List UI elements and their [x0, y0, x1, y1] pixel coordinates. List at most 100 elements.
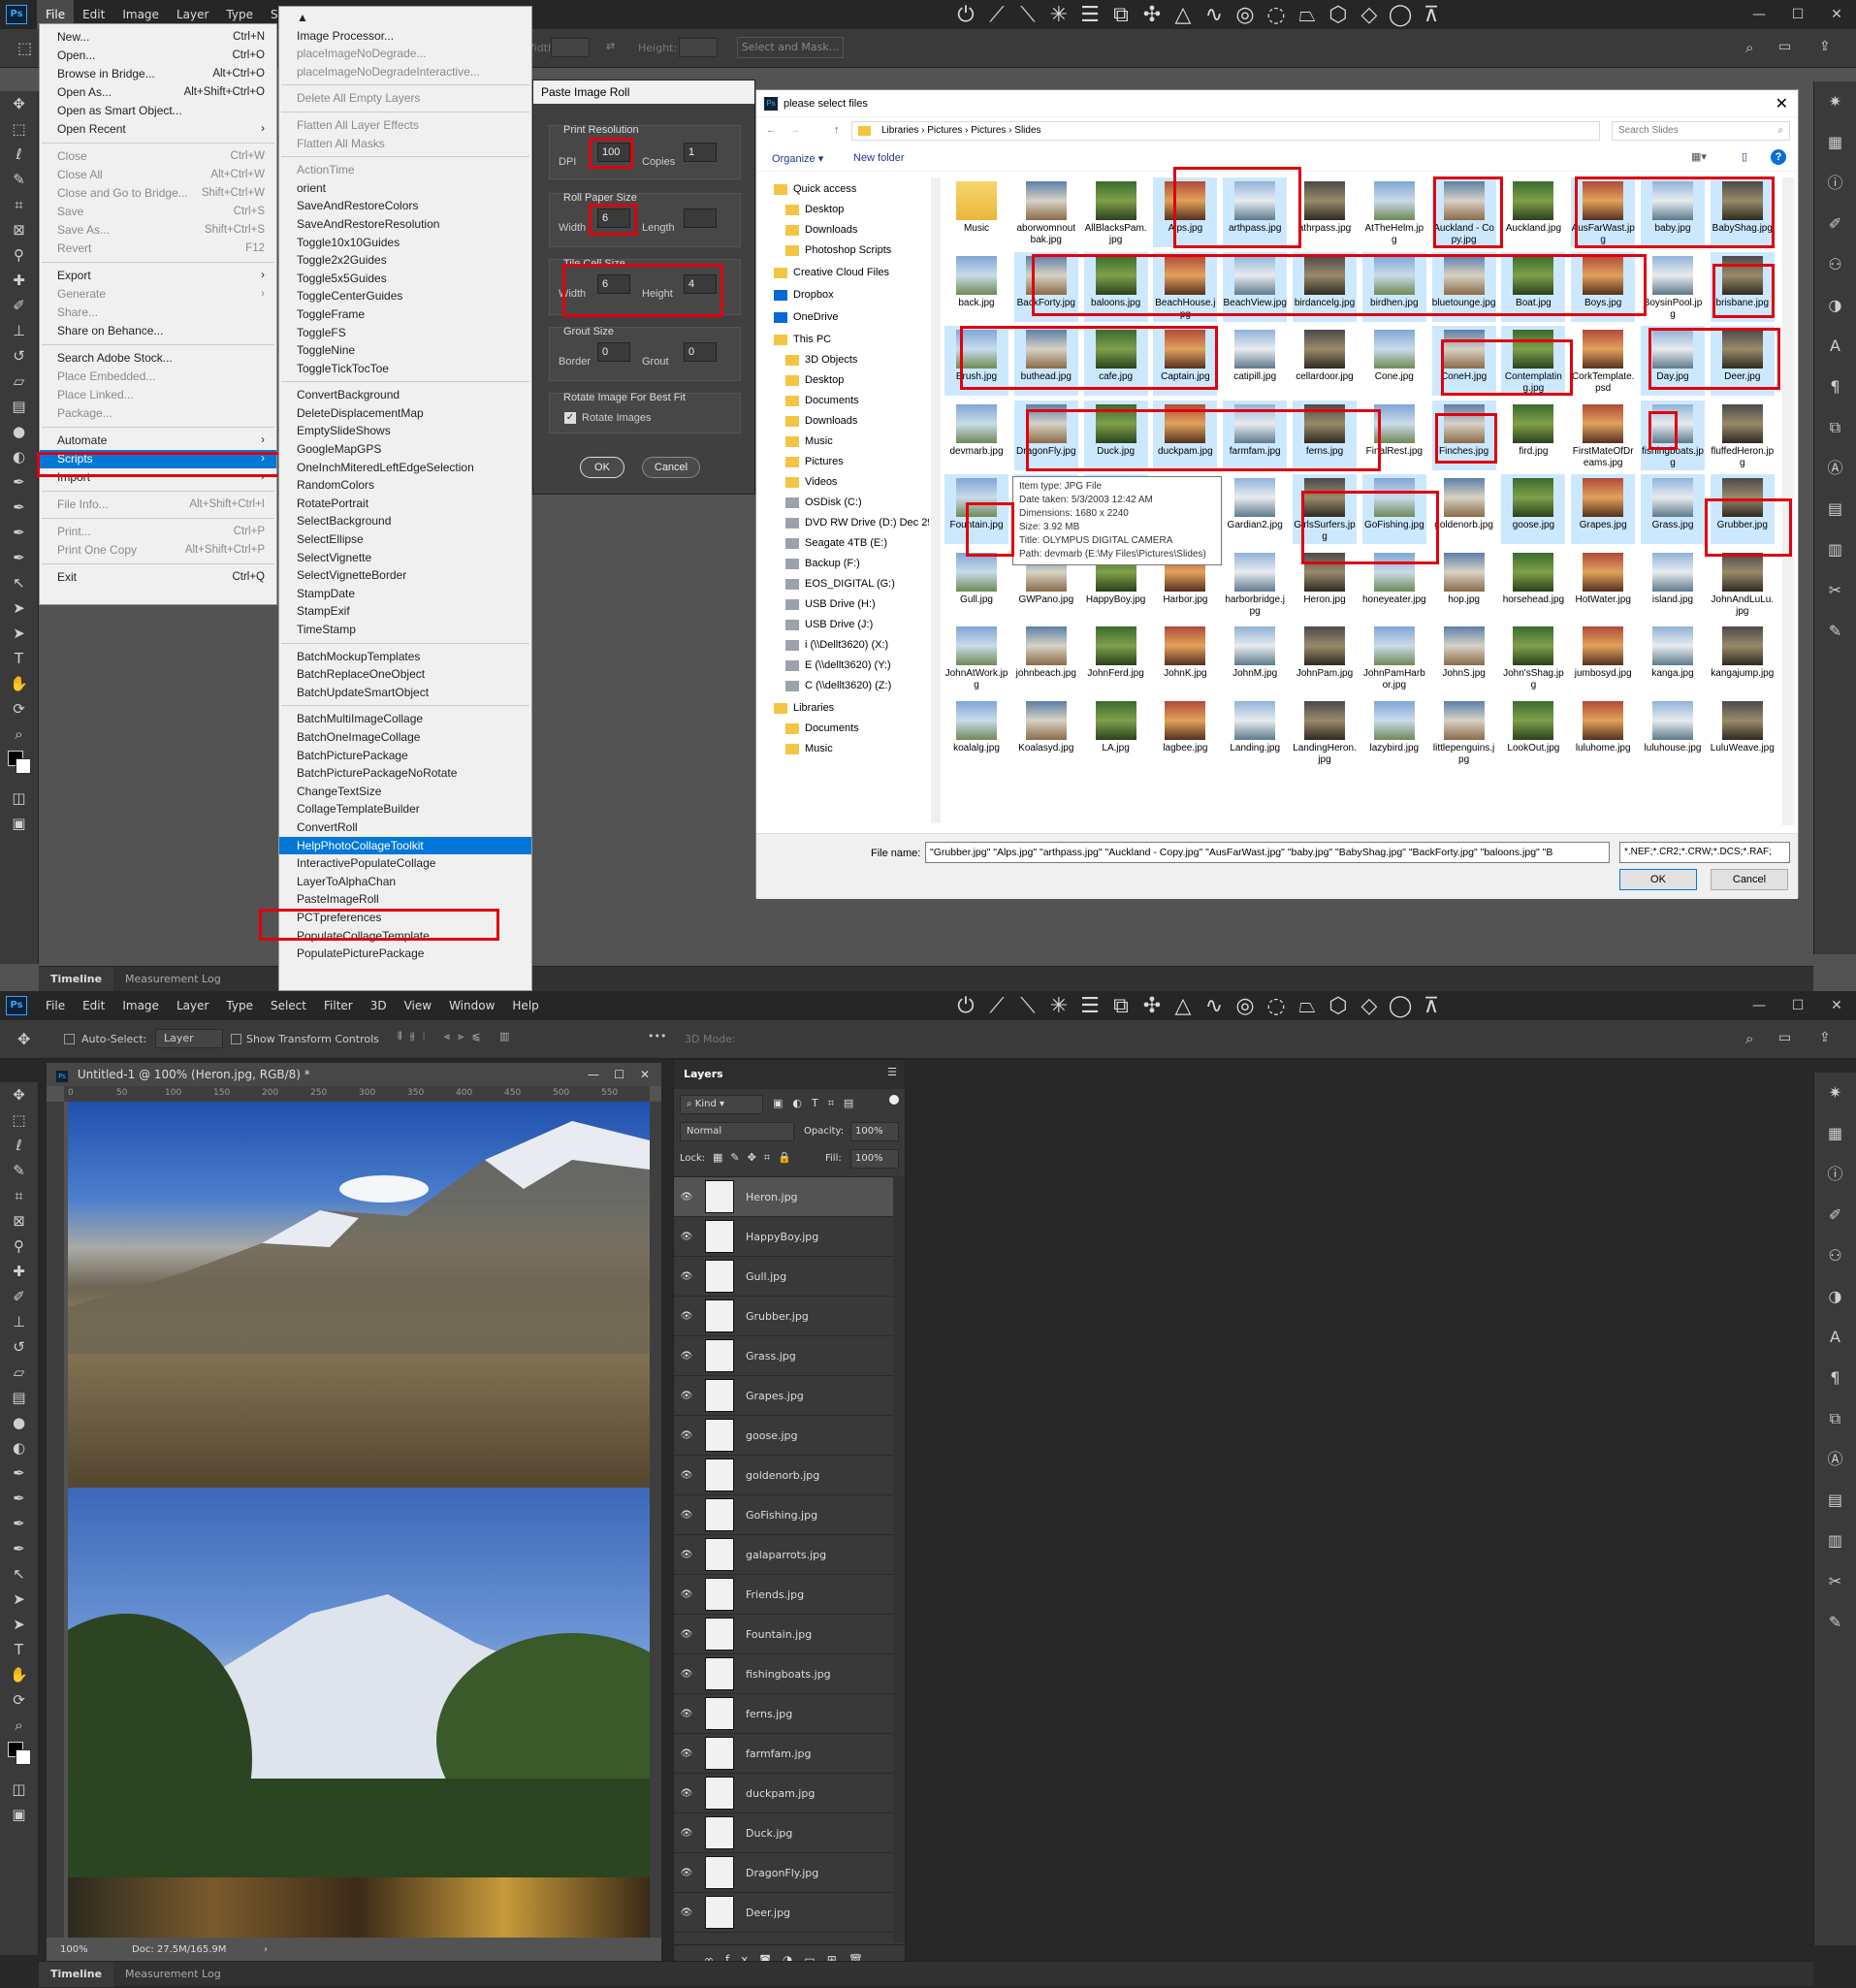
up-icon[interactable]: ↑ [834, 124, 840, 136]
heal-icon[interactable]: ✚ [0, 268, 38, 293]
nav-item-dropbox[interactable]: Dropbox [774, 285, 929, 305]
scripts-menu-item-rotateportrait[interactable]: RotatePortrait [279, 495, 531, 513]
marquee-tool-icon[interactable]: ⬚ [0, 116, 38, 142]
pen4-icon[interactable]: ✒ [0, 545, 38, 570]
scripts-menu-item-stampexif[interactable]: StampExif [279, 602, 531, 621]
marquee-tool-icon[interactable]: ⬚ [17, 39, 32, 57]
select-and-mask-button[interactable]: Select and Mask... [737, 37, 844, 58]
auto-select-checkbox[interactable] [64, 1034, 75, 1044]
move-tool-icon[interactable]: ✥ [0, 1082, 38, 1107]
file-item[interactable]: Deer.jpg [1710, 326, 1775, 396]
file-item[interactable]: JohnFerd.jpg [1084, 623, 1148, 692]
file-cancel-button[interactable]: Cancel [1711, 869, 1788, 890]
pen3-icon[interactable]: ✒ [0, 1511, 38, 1536]
cancel-button[interactable]: Cancel [642, 457, 700, 478]
arrow-icon[interactable]: ➤ [0, 621, 38, 646]
view-icon[interactable]: ▦▾ [1691, 150, 1707, 163]
layer-row[interactable]: 👁 farmfam.jpg [674, 1734, 895, 1774]
character-icon[interactable]: A [1814, 1317, 1856, 1358]
layer-row[interactable]: 👁 duckpam.jpg [674, 1774, 895, 1813]
color-swatches[interactable] [0, 747, 38, 786]
timeline-tab[interactable]: Timeline [39, 966, 114, 992]
glyphs-icon[interactable]: ⧉ [1814, 1398, 1856, 1439]
file-item[interactable]: brisbane.jpg [1710, 251, 1775, 322]
file-menu-item-new[interactable]: New... Ctrl+N [40, 28, 276, 47]
spiral-icon[interactable]: ◎ [1230, 994, 1261, 1018]
sparkle-icon[interactable]: ✷ [1814, 81, 1856, 122]
info-icon[interactable]: ⓘ [1814, 163, 1856, 204]
file-item[interactable]: back.jpg [944, 252, 1008, 322]
layer-row[interactable]: 👁 goose.jpg [674, 1416, 895, 1456]
file-item[interactable]: JohnAtWork.jpg [944, 623, 1008, 692]
gradient-icon[interactable]: ▤ [0, 1385, 38, 1410]
file-menu-item-scripts[interactable]: Scripts › [40, 450, 276, 468]
file-menu-item-share-on-behance[interactable]: Share on Behance... [40, 322, 276, 340]
ring-icon[interactable]: ◯ [1385, 994, 1416, 1018]
menu-file[interactable]: File [37, 991, 74, 1020]
layer-row[interactable]: 👁 GoFishing.jpg [674, 1495, 895, 1535]
hand-tool-icon[interactable]: ✋ [0, 671, 38, 696]
diamond-icon[interactable]: ◇ [1354, 994, 1385, 1018]
libraries-icon[interactable]: ▤ [1814, 1480, 1856, 1521]
nav-item-quick-access[interactable]: Quick access [774, 179, 929, 200]
zoom-level[interactable]: 100% [60, 1940, 88, 1961]
search-icon[interactable]: ⌕ [1745, 39, 1753, 56]
file-menu-item-revert[interactable]: Revert F12 [40, 240, 276, 258]
nav-item-pictures[interactable]: Pictures [774, 452, 929, 472]
file-menu-item-open-as[interactable]: Open As... Alt+Shift+Ctrl+O [40, 83, 276, 102]
file-item[interactable]: Contemplating.jpg [1501, 326, 1566, 396]
file-ok-button[interactable]: OK [1619, 869, 1697, 890]
nav-item-photoshop-scripts[interactable]: Photoshop Scripts [774, 240, 929, 261]
cube-icon[interactable]: ⬡ [1323, 3, 1354, 27]
canvas[interactable] [68, 1102, 650, 1938]
glyphs-icon[interactable]: ⧉ [1814, 407, 1856, 448]
visibility-eye-icon[interactable]: 👁 [674, 1232, 699, 1242]
file-item[interactable]: Landing.jpg [1223, 697, 1287, 767]
scripts-menu-item-changetextsize[interactable]: ChangeTextSize [279, 783, 531, 801]
file-item[interactable]: LookOut.jpg [1501, 697, 1565, 767]
direct-select-icon[interactable]: ➤ [0, 595, 38, 621]
scripts-menu-item-timestamp[interactable]: TimeStamp [279, 621, 531, 639]
file-item[interactable]: LuluWeave.jpg [1711, 697, 1775, 767]
scripts-menu-item-batchupdatesmartobject[interactable]: BatchUpdateSmartObject [279, 684, 531, 702]
file-item[interactable]: cellardoor.jpg [1293, 326, 1357, 396]
text-style-icon[interactable]: Ⓐ [1814, 448, 1856, 489]
quick-select-icon[interactable]: ✎ [0, 167, 38, 192]
file-item[interactable]: GoFishing.jpg [1361, 474, 1426, 544]
lines-icon[interactable]: ☰ [1074, 3, 1105, 27]
file-item[interactable]: JohnK.jpg [1153, 623, 1217, 692]
layer-row[interactable]: 👁 Heron.jpg [674, 1177, 895, 1217]
nav-scrollbar[interactable] [931, 177, 941, 823]
file-item[interactable]: jumbosyd.jpg [1571, 623, 1635, 692]
angle-tool-icon[interactable]: ⟍ [1012, 3, 1043, 27]
scripts-menu-item-selectvignette[interactable]: SelectVignette [279, 549, 531, 567]
scripts-menu-item-emptyslideshows[interactable]: EmptySlideShows [279, 422, 531, 440]
swirl-icon[interactable]: ◌ [1261, 994, 1292, 1018]
libraries-icon[interactable]: ▤ [1814, 489, 1856, 529]
scripts-menu-item-batchpicturepackage[interactable]: BatchPicturePackage [279, 747, 531, 765]
file-item[interactable]: bluetounge.jpg [1431, 251, 1496, 322]
file-item[interactable]: Fountain.jpg [944, 474, 1008, 544]
layer-row[interactable]: 👁 goldenorb.jpg [674, 1456, 895, 1495]
file-item[interactable]: JohnM.jpg [1223, 623, 1287, 692]
angle-tool-icon[interactable]: ⟍ [1012, 994, 1043, 1018]
nav-item-seagate-4tb-e[interactable]: Seagate 4TB (E:) [774, 533, 929, 554]
people-icon[interactable]: ⚇ [1814, 1235, 1856, 1276]
visibility-eye-icon[interactable]: 👁 [674, 1351, 699, 1362]
file-item[interactable]: goldenorb.jpg [1432, 474, 1496, 544]
direct-select-icon[interactable]: ➤ [0, 1587, 38, 1612]
history-brush-icon[interactable]: ↺ [0, 1334, 38, 1360]
maximize-icon[interactable]: ☐ [1778, 0, 1817, 29]
scripts-menu-item-placeimagenodegradeinteractive[interactable]: placeImageNoDegradeInteractive... [279, 63, 531, 81]
ok-button[interactable]: OK [580, 457, 624, 478]
file-menu-item-search-adobe-stock[interactable]: Search Adobe Stock... [40, 349, 276, 368]
layer-row[interactable]: 👁 galaparrots.jpg [674, 1535, 895, 1575]
doc-minimize-icon[interactable]: — [588, 1063, 599, 1086]
file-menu-item-import[interactable]: Import › [40, 468, 276, 487]
file-item[interactable]: Gardian2.jpg [1223, 474, 1287, 544]
layer-row[interactable]: 👁 DragonFly.jpg [674, 1853, 895, 1893]
nav-item-music[interactable]: Music [774, 432, 929, 452]
file-item[interactable]: horsehead.jpg [1501, 549, 1565, 619]
stamp-icon[interactable]: ⊥ [0, 318, 38, 343]
file-menu-item-file-info[interactable]: File Info... Alt+Shift+Ctrl+I [40, 496, 276, 514]
